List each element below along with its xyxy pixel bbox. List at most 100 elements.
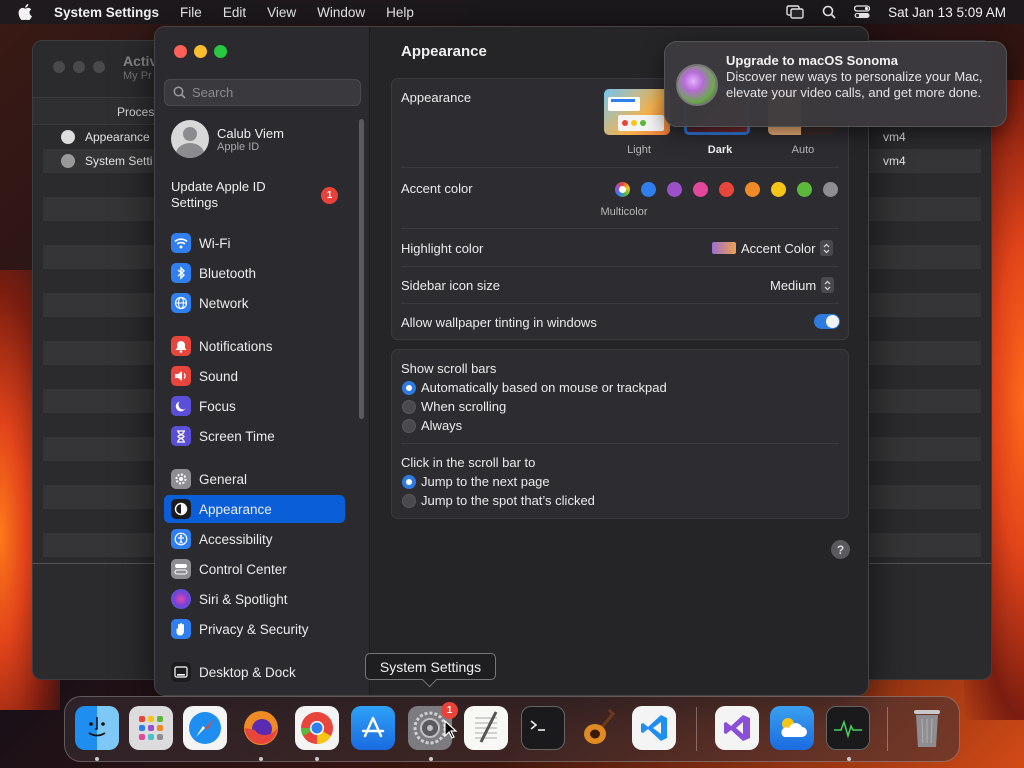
sidebar-item-focus[interactable]: Focus [164,392,345,420]
garageband-icon[interactable] [577,706,621,750]
sidebar-scrollbar[interactable] [359,119,364,419]
update-apple-id-item[interactable]: Update Apple ID Settings [171,179,291,211]
sidebar-item-label: Siri & Spotlight [199,591,288,607]
sidebar-item-control-center[interactable]: Control Center [164,555,345,583]
sidebar-item-sound[interactable]: Sound [164,362,345,390]
screen-mirroring-icon[interactable] [786,5,804,19]
minimize-button[interactable] [73,61,85,73]
dark-mode-label: Dark [707,144,733,156]
scroll-auto-radio[interactable] [402,381,416,395]
divider [401,167,839,168]
dock-badge: 1 [441,702,458,719]
jump-next-page-radio[interactable] [402,475,416,489]
menu-view[interactable]: View [267,5,296,20]
sidebar: Search Calub Viem Apple ID Update Apple … [155,27,370,695]
sidebar-item-label: Privacy & Security [199,621,309,637]
menu-edit[interactable]: Edit [223,5,246,20]
update-badge: 1 [321,187,338,204]
settings-process-icon [61,154,75,168]
sidebar-item-desktop-dock[interactable]: Desktop & Dock [164,658,345,686]
trash-icon[interactable] [905,706,949,750]
minimize-button[interactable] [194,45,207,58]
scroll-auto-label[interactable]: Automatically based on mouse or trackpad [421,380,667,395]
accent-green-swatch[interactable] [797,182,812,197]
scroll-when-scrolling-label[interactable]: When scrolling [421,399,506,414]
sidebar-item-accessibility[interactable]: Accessibility [164,525,345,553]
terminal-icon[interactable] [521,706,565,750]
jump-spot-label[interactable]: Jump to the spot that’s clicked [421,493,595,508]
weather-icon[interactable] [770,706,814,750]
sidebar-item-notifications[interactable]: Notifications [164,332,345,360]
sidebar-item-siri-spotlight[interactable]: Siri & Spotlight [164,585,345,613]
accent-multicolor-swatch[interactable] [615,182,630,197]
scroll-always-radio[interactable] [402,419,416,433]
firefox-icon[interactable] [239,706,283,750]
finder-icon[interactable] [75,706,119,750]
menu-window[interactable]: Window [317,5,365,20]
jump-spot-radio[interactable] [402,494,416,508]
appearance-icon [171,499,191,519]
sidebar-item-network[interactable]: Network [164,289,345,317]
menu-help[interactable]: Help [386,5,414,20]
control-center-icon[interactable] [854,5,871,19]
accent-purple-swatch[interactable] [667,182,682,197]
sidebar-item-label: Notifications [199,338,273,354]
light-mode-thumb[interactable] [604,89,670,135]
sidebar-item-appearance[interactable]: Appearance [164,495,345,523]
apple-id-profile[interactable]: Calub Viem Apple ID [171,120,284,158]
tinting-toggle[interactable] [814,314,840,329]
divider [401,266,839,267]
menu-file[interactable]: File [180,5,202,20]
launchpad-icon[interactable] [129,706,173,750]
sidebar-item-privacy-security[interactable]: Privacy & Security [164,615,345,643]
sidebar-item-general[interactable]: General [164,465,345,493]
dock-icon [171,662,191,682]
icon-size-popup[interactable]: Medium [770,277,835,293]
process-name: Appearance [85,130,150,144]
scroll-when-scrolling-radio[interactable] [402,400,416,414]
apple-menu-icon[interactable] [18,4,36,20]
sidebar-item-screen-time[interactable]: Screen Time [164,422,345,450]
upgrade-notification[interactable]: Upgrade to macOS Sonoma Discover new way… [664,41,1007,127]
activity-monitor-icon[interactable] [826,706,870,750]
menu-clock[interactable]: Sat Jan 13 5:09 AM [888,5,1006,20]
auto-mode-label: Auto [791,144,815,156]
close-button[interactable] [53,61,65,73]
accent-red-swatch[interactable] [719,182,734,197]
sidebar-item-label: Bluetooth [199,265,257,281]
click-scroll-bar-label: Click in the scroll bar to [401,455,536,470]
sidebar-item-wifi[interactable]: Wi-Fi [164,229,345,257]
zoom-button[interactable] [93,61,105,73]
hand-icon [171,619,191,639]
sidebar-item-bluetooth[interactable]: Bluetooth [164,259,345,287]
accent-orange-swatch[interactable] [745,182,760,197]
highlight-color-popup[interactable]: Accent Color [712,240,834,256]
accent-yellow-swatch[interactable] [771,182,786,197]
visual-studio-icon[interactable] [715,706,759,750]
accent-graphite-swatch[interactable] [823,182,838,197]
accent-pink-swatch[interactable] [693,182,708,197]
jump-next-page-label[interactable]: Jump to the next page [421,474,550,489]
mouse-pointer-icon [444,720,458,739]
search-input[interactable]: Search [164,79,361,106]
sidebar-item-label: Desktop & Dock [199,664,296,680]
vscode-icon[interactable] [632,706,676,750]
scroll-always-label[interactable]: Always [421,418,462,433]
process-user: vm4 [883,154,906,168]
chevron-updown-icon [821,277,835,293]
spotlight-search-icon[interactable] [822,5,836,19]
safari-icon[interactable] [183,706,227,750]
avatar [171,120,209,158]
menu-app-name[interactable]: System Settings [54,5,159,20]
help-button[interactable]: ? [831,540,850,559]
running-indicator [259,757,263,761]
process-user: vm4 [883,130,906,144]
wifi-icon [171,233,191,253]
accent-blue-swatch[interactable] [641,182,656,197]
app-store-icon[interactable] [351,706,395,750]
activity-subtitle: My Pr [123,70,152,82]
close-button[interactable] [174,45,187,58]
textedit-icon[interactable] [464,706,508,750]
chrome-icon[interactable] [295,706,339,750]
zoom-button[interactable] [214,45,227,58]
